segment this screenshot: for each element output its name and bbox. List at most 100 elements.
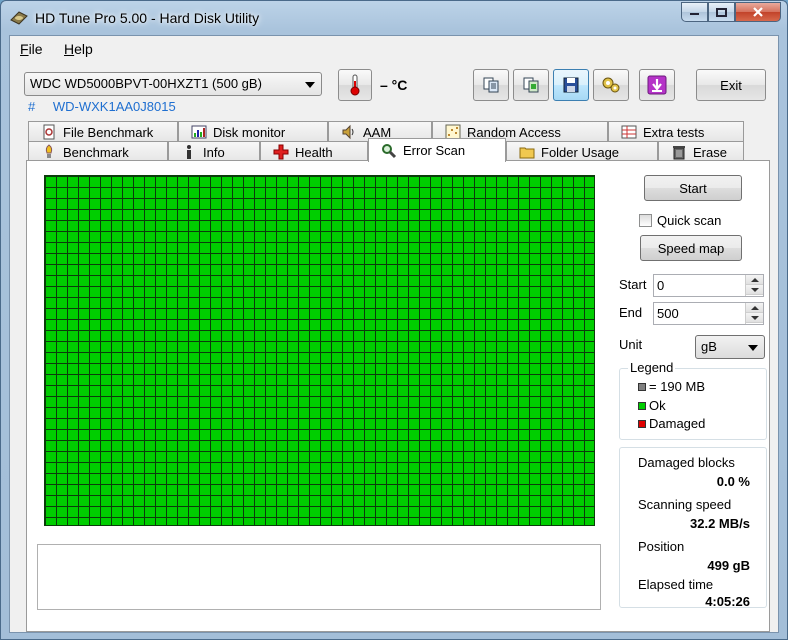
- close-button[interactable]: [735, 2, 781, 22]
- maximize-icon: [716, 7, 727, 17]
- legend-group: Legend = 190 MB Ok Damaged: [619, 360, 767, 440]
- tab-folder-usage[interactable]: Folder Usage: [506, 141, 658, 162]
- health-cross-icon: [273, 144, 289, 160]
- tab-label: Health: [295, 144, 333, 160]
- tab-disk-monitor[interactable]: Disk monitor: [178, 121, 328, 142]
- hd-tune-app-icon: [10, 11, 28, 25]
- tab-error-scan[interactable]: Error Scan: [368, 138, 506, 162]
- tab-extra-tests[interactable]: Extra tests: [608, 121, 744, 142]
- scanning-speed-value: 32.2 MB/s: [690, 516, 750, 531]
- scan-log-box[interactable]: [37, 544, 601, 610]
- copy-info-button[interactable]: [473, 69, 509, 101]
- save-icon: [563, 77, 579, 93]
- legend-swatch-red: [638, 419, 646, 428]
- minimize-icon: [690, 13, 699, 15]
- legend-item-damaged: Damaged: [638, 416, 705, 431]
- tab-label: Error Scan: [403, 143, 466, 158]
- temperature-button[interactable]: [338, 69, 372, 101]
- position-value: 499 gB: [707, 558, 750, 573]
- tab-label: Erase: [693, 144, 727, 160]
- drive-serial: # WD-WXK1AA0J8015: [28, 99, 176, 114]
- drive-select-value: WDC WD5000BPVT-00HXZT1 (500 gB): [30, 76, 262, 91]
- tab-info[interactable]: Info: [168, 141, 260, 162]
- legend-label: Damaged: [649, 416, 706, 431]
- tab-label: Extra tests: [643, 124, 705, 140]
- thermometer-icon: [350, 74, 360, 96]
- file-benchmark-icon: [43, 124, 55, 140]
- serial-value: WD-WXK1AA0J8015: [52, 99, 176, 114]
- tab-erase[interactable]: Erase: [658, 141, 744, 162]
- info-icon: [187, 145, 191, 159]
- unit-value: gB: [701, 339, 717, 354]
- copy-screenshot-button[interactable]: [513, 69, 549, 101]
- trash-icon: [673, 146, 685, 160]
- download-button[interactable]: [639, 69, 675, 101]
- temperature-value: – °C: [380, 77, 408, 93]
- start-field-label: Start: [619, 277, 647, 292]
- elapsed-time-label: Elapsed time: [638, 577, 714, 592]
- tab-health[interactable]: Health: [260, 141, 368, 162]
- start-value: 0: [657, 278, 665, 293]
- maximize-button[interactable]: [708, 2, 735, 22]
- error-scan-panel: Start Quick scan Speed map Start 0 End 5…: [26, 160, 770, 632]
- tabs-row-lower: Benchmark Info Health Error Scan Folder …: [28, 138, 765, 162]
- extra-tests-icon: [621, 125, 637, 139]
- options-button[interactable]: [593, 69, 629, 101]
- end-value: 500: [657, 306, 679, 321]
- chevron-down-icon: [305, 82, 315, 88]
- start-button-label: Start: [679, 180, 707, 196]
- title-bar[interactable]: HD Tune Pro 5.00 - Hard Disk Utility: [1, 1, 787, 35]
- menu-file[interactable]: File: [20, 41, 43, 57]
- spin-up-arrow-icon[interactable]: [746, 275, 763, 285]
- tab-label: Info: [203, 144, 225, 160]
- folder-icon: [519, 147, 535, 159]
- checkbox-box: [639, 214, 652, 227]
- start-spin-buttons: [745, 275, 763, 296]
- tab-file-benchmark[interactable]: File Benchmark: [28, 121, 178, 142]
- tab-label: Disk monitor: [213, 124, 286, 140]
- tab-label: File Benchmark: [63, 124, 154, 140]
- spin-down-arrow-icon[interactable]: [746, 313, 763, 323]
- start-spinbox[interactable]: 0: [653, 274, 764, 297]
- scanning-speed-label: Scanning speed: [638, 497, 732, 512]
- damaged-blocks-value: 0.0 %: [716, 474, 750, 489]
- speed-map-button[interactable]: Speed map: [640, 235, 742, 261]
- quick-scan-label: Quick scan: [657, 213, 722, 228]
- spin-down-arrow-icon[interactable]: [746, 285, 763, 295]
- close-icon: [753, 7, 763, 17]
- magnifier-icon: [382, 143, 397, 158]
- speed-map-label: Speed map: [657, 240, 725, 256]
- exit-button-label: Exit: [720, 77, 742, 93]
- serial-hash: #: [28, 99, 36, 114]
- exit-button[interactable]: Exit: [696, 69, 766, 101]
- spin-up-arrow-icon[interactable]: [746, 303, 763, 313]
- quick-scan-checkbox[interactable]: Quick scan: [639, 213, 721, 228]
- end-spin-buttons: [745, 303, 763, 324]
- scan-block-grid: [44, 175, 595, 526]
- chevron-down-icon: [748, 345, 758, 351]
- damaged-blocks-label: Damaged blocks: [638, 455, 735, 470]
- window-title: HD Tune Pro 5.00 - Hard Disk Utility: [35, 10, 260, 26]
- window-controls: [681, 2, 781, 22]
- unit-label: Unit: [619, 337, 643, 352]
- legend-label: = 190 MB: [649, 379, 706, 394]
- legend-title: Legend: [628, 360, 676, 375]
- legend-swatch-green: [638, 401, 646, 410]
- menu-bar: File Help: [10, 36, 778, 62]
- drive-select[interactable]: WDC WD5000BPVT-00HXZT1 (500 gB): [24, 72, 322, 96]
- disk-monitor-icon: [191, 125, 207, 139]
- app-window: HD Tune Pro 5.00 - Hard Disk Utility Fil…: [0, 0, 788, 640]
- save-button[interactable]: [553, 69, 589, 101]
- menu-help[interactable]: Help: [64, 41, 93, 57]
- unit-select[interactable]: gB: [695, 335, 765, 359]
- start-button[interactable]: Start: [644, 175, 742, 201]
- benchmark-icon: [45, 144, 53, 158]
- end-spinbox[interactable]: 500: [653, 302, 764, 325]
- legend-item-ok: Ok: [638, 398, 666, 413]
- speaker-icon: [342, 124, 354, 140]
- tab-benchmark[interactable]: Benchmark: [28, 141, 168, 162]
- position-label: Position: [638, 539, 685, 554]
- legend-label: Ok: [649, 398, 666, 413]
- client-area: File Help WDC WD5000BPVT-00HXZT1 (500 gB…: [9, 35, 779, 633]
- minimize-button[interactable]: [681, 2, 708, 22]
